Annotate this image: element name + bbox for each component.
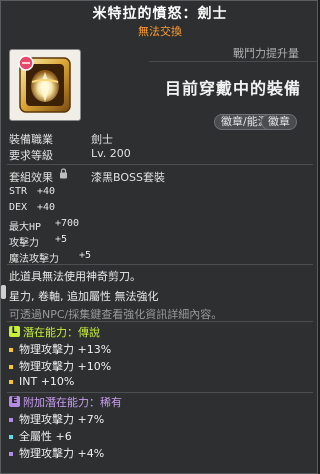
enhance-hint: 可透過NPC/採集鍵查看強化資訊詳細內容。 — [9, 308, 223, 321]
stat-name: DEX — [9, 202, 28, 213]
set-name: 漆黑BOSS套裝 — [91, 171, 165, 184]
potential-line: 物理攻擊力 +13% — [9, 341, 111, 357]
enhance-note: 星力, 卷軸, 追加屬性 無法強化 — [9, 290, 159, 303]
divider — [7, 164, 313, 165]
stat-name: 攻擊力 — [9, 238, 39, 249]
level-value: Lv. 200 — [91, 147, 131, 160]
potential-badge: L — [9, 326, 20, 337]
bullet-icon — [9, 380, 13, 384]
emblem-icon — [18, 55, 71, 113]
potential-line: INT +10% — [9, 375, 74, 388]
additional-separator: ： — [89, 396, 100, 409]
stat-value: +40 — [37, 186, 56, 197]
additional-line: 全屬性 +6 — [9, 428, 72, 444]
bullet-icon — [9, 452, 13, 456]
power-status: 目前穿戴中的裝備 — [164, 79, 301, 98]
item-tooltip: 米特拉的憤怒：劍士 無法交換 戰鬥力提升量 目前穿戴中的裝備 徽章/能源 徽章 … — [0, 0, 318, 474]
additional-header: 附加潛在能力：稀有 — [23, 394, 122, 410]
additional-line-text: 物理攻擊力 +4% — [19, 447, 105, 460]
stat-row: DEX +40 — [9, 202, 55, 213]
additional-line-text: 全屬性 +6 — [19, 430, 72, 443]
divider — [149, 61, 317, 62]
stat-name: 最大HP — [9, 222, 42, 233]
potential-line-text: INT +10% — [19, 375, 75, 388]
stat-value: +5 — [79, 250, 92, 261]
additional-label: 附加潛在能力 — [23, 396, 89, 409]
stat-row: 最大HP +700 — [9, 218, 79, 233]
bullet-icon — [9, 348, 13, 352]
level-label: 要求等級 — [9, 149, 53, 162]
set-effect-label: 套組效果 — [9, 171, 53, 184]
stat-value: +5 — [55, 234, 68, 245]
bullet-icon — [9, 435, 13, 439]
potential-grade: 傳說 — [78, 326, 100, 339]
divider — [7, 321, 313, 322]
stat-row: 魔法攻擊力 +5 — [9, 250, 91, 265]
stat-name: STR — [9, 186, 28, 197]
additional-grade: 稀有 — [100, 396, 122, 409]
power-compare-box: 戰鬥力提升量 目前穿戴中的裝備 — [151, 41, 311, 121]
lock-icon — [60, 168, 67, 179]
item-title: 米特拉的憤怒：劍士 — [92, 6, 228, 22]
potential-label: 潛在能力 — [23, 326, 67, 339]
job-label: 裝備職業 — [9, 133, 53, 146]
item-icon-frame — [9, 49, 81, 121]
potential-header: 潛在能力：傳說 — [23, 324, 100, 340]
divider — [7, 392, 313, 393]
stat-row: STR +40 — [9, 186, 55, 197]
bullet-icon — [9, 365, 13, 369]
bullet-icon — [9, 418, 13, 422]
tag-emblem: 徽章 — [261, 114, 297, 130]
scroll-knob[interactable] — [1, 285, 6, 299]
potential-separator: ： — [67, 326, 78, 339]
stat-value: +40 — [37, 202, 56, 213]
stat-row: 攻擊力 +5 — [9, 234, 67, 249]
additional-badge: E — [9, 396, 20, 407]
job-value: 劍士 — [91, 133, 113, 146]
potential-line: 物理攻擊力 +10% — [9, 358, 111, 374]
trade-status: 無法交換 — [138, 25, 182, 38]
scissors-note: 此道具無法使用神奇剪刀。 — [9, 270, 141, 283]
potential-line-text: 物理攻擊力 +13% — [19, 343, 112, 356]
additional-line-text: 物理攻擊力 +7% — [19, 413, 105, 426]
additional-line: 物理攻擊力 +7% — [9, 411, 104, 427]
potential-line-text: 物理攻擊力 +10% — [19, 360, 112, 373]
stat-value: +700 — [55, 218, 80, 229]
additional-line: 物理攻擊力 +4% — [9, 445, 104, 461]
power-caption: 戰鬥力提升量 — [233, 47, 299, 60]
divider — [7, 264, 313, 265]
